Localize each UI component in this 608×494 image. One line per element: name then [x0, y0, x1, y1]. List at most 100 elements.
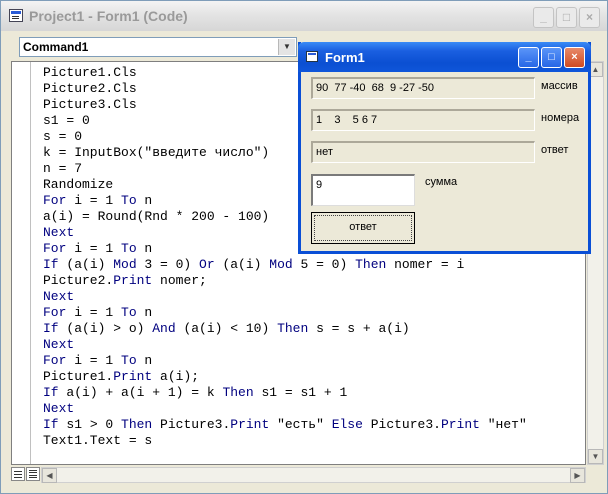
code-text: s1 = s1 + 1	[253, 385, 348, 400]
code-keyword: To	[121, 193, 137, 208]
code-text: "есть"	[269, 417, 332, 432]
code-keyword: To	[121, 353, 137, 368]
code-text: k = InputBox("введите число")	[43, 145, 270, 160]
code-keyword: For	[43, 305, 67, 320]
code-text: Text1.Text = s	[43, 433, 153, 448]
picture3-box: нет	[311, 141, 535, 163]
object-combo-value: Command1	[23, 40, 89, 54]
code-text: s = s + a(i)	[308, 321, 410, 336]
answer-button-label: ответ	[349, 221, 377, 233]
code-window-titlebar[interactable]: Project1 - Form1 (Code) _ □ ×	[1, 1, 607, 31]
code-keyword: Print	[113, 369, 153, 384]
code-keyword: Mod	[269, 257, 293, 272]
code-text: nomer;	[152, 273, 207, 288]
answer-button[interactable]: ответ	[311, 212, 415, 244]
code-text: 5 = 0)	[292, 257, 356, 272]
code-keyword: Then	[121, 417, 153, 432]
object-combo[interactable]: Command1 ▼	[19, 37, 297, 57]
form1-window: Form1 _ □ × 90 77 -40 68 9 -27 -50 масси…	[298, 42, 591, 254]
code-keyword: Or	[199, 257, 215, 272]
code-text: i = 1	[66, 241, 122, 256]
code-text: Picture3.	[152, 417, 231, 432]
picture2-label: номера	[541, 112, 580, 124]
full-module-view-icon[interactable]	[26, 467, 40, 481]
code-text: Picture2.Cls	[43, 81, 137, 96]
code-line: If s1 > 0 Then Picture3.Print "есть" Els…	[43, 417, 527, 433]
code-text: Picture1.	[43, 369, 114, 384]
form1-minimize-button[interactable]: _	[518, 47, 539, 68]
code-text: (a(i)	[214, 257, 270, 272]
code-text: Picture1.Cls	[43, 65, 137, 80]
code-keyword: Then	[355, 257, 387, 272]
code-text: Randomize	[43, 177, 114, 192]
code-text: (a(i) > o)	[58, 321, 153, 336]
code-text: a(i) = Round(Rnd * 200 - 100)	[43, 209, 270, 224]
code-text: nomer = i	[386, 257, 465, 272]
code-text: s1 > 0	[58, 417, 122, 432]
code-text: s1 = 0	[43, 113, 90, 128]
code-text: "нет"	[479, 417, 527, 432]
code-keyword: Then	[277, 321, 309, 336]
procedure-view-icon[interactable]	[11, 467, 25, 481]
code-keyword: Next	[43, 337, 75, 352]
maximize-button[interactable]: □	[556, 7, 577, 28]
code-keyword: Print	[230, 417, 270, 432]
picture2-box: 1 3 5 6 7	[311, 109, 535, 131]
code-text: n	[136, 241, 153, 256]
code-keyword: Then	[222, 385, 254, 400]
code-text: a(i) + a(i + 1) = k	[58, 385, 223, 400]
text1-label: сумма	[425, 176, 458, 188]
code-line: Picture1.Print a(i);	[43, 369, 527, 385]
code-text: n	[136, 193, 153, 208]
code-text: s = 0	[43, 129, 83, 144]
close-button[interactable]: ×	[579, 7, 600, 28]
scroll-down-icon[interactable]: ▼	[588, 449, 603, 464]
code-gutter	[12, 62, 31, 464]
code-keyword: To	[121, 241, 137, 256]
code-keyword: For	[43, 193, 67, 208]
form-icon	[306, 51, 318, 62]
chevron-down-icon[interactable]: ▼	[278, 39, 295, 55]
code-text: Picture2.	[43, 273, 114, 288]
code-window-title: Project1 - Form1 (Code)	[29, 8, 188, 24]
minimize-button[interactable]: _	[533, 7, 554, 28]
form1-title: Form1	[325, 50, 365, 65]
code-line: Next	[43, 401, 527, 417]
code-keyword: If	[43, 257, 59, 272]
code-keyword: Else	[331, 417, 363, 432]
form1-titlebar[interactable]: Form1 _ □ ×	[298, 42, 591, 72]
code-text: n	[136, 305, 153, 320]
code-keyword: Mod	[113, 257, 137, 272]
code-line: If (a(i) > o) And (a(i) < 10) Then s = s…	[43, 321, 527, 337]
horizontal-scrollbar[interactable]: ◀ ▶	[41, 467, 586, 483]
code-line: Picture2.Print nomer;	[43, 273, 527, 289]
picture3-label: ответ	[541, 144, 569, 156]
code-line: Next	[43, 337, 527, 353]
code-keyword: For	[43, 353, 67, 368]
code-text: Picture3.	[362, 417, 441, 432]
code-text: i = 1	[66, 305, 122, 320]
code-keyword: Next	[43, 225, 75, 240]
code-text: (a(i)	[58, 257, 114, 272]
code-keyword: If	[43, 321, 59, 336]
code-keyword: And	[152, 321, 176, 336]
scroll-right-icon[interactable]: ▶	[570, 468, 585, 483]
code-line: Next	[43, 289, 527, 305]
code-line: For i = 1 To n	[43, 305, 527, 321]
picture1-box: 90 77 -40 68 9 -27 -50	[311, 77, 535, 99]
code-keyword: For	[43, 241, 67, 256]
scroll-left-icon[interactable]: ◀	[42, 468, 57, 483]
form1-close-button[interactable]: ×	[564, 47, 585, 68]
code-text: i = 1	[66, 193, 122, 208]
code-keyword: If	[43, 385, 59, 400]
text1-input[interactable]: 9	[311, 174, 415, 206]
code-text: 3 = 0)	[136, 257, 200, 272]
code-text: n = 7	[43, 161, 83, 176]
code-line: Text1.Text = s	[43, 433, 527, 449]
form1-maximize-button[interactable]: □	[541, 47, 562, 68]
code-keyword: Print	[440, 417, 480, 432]
code-line: For i = 1 To n	[43, 353, 527, 369]
code-keyword: To	[121, 305, 137, 320]
code-keyword: If	[43, 417, 59, 432]
code-keyword: Next	[43, 289, 75, 304]
